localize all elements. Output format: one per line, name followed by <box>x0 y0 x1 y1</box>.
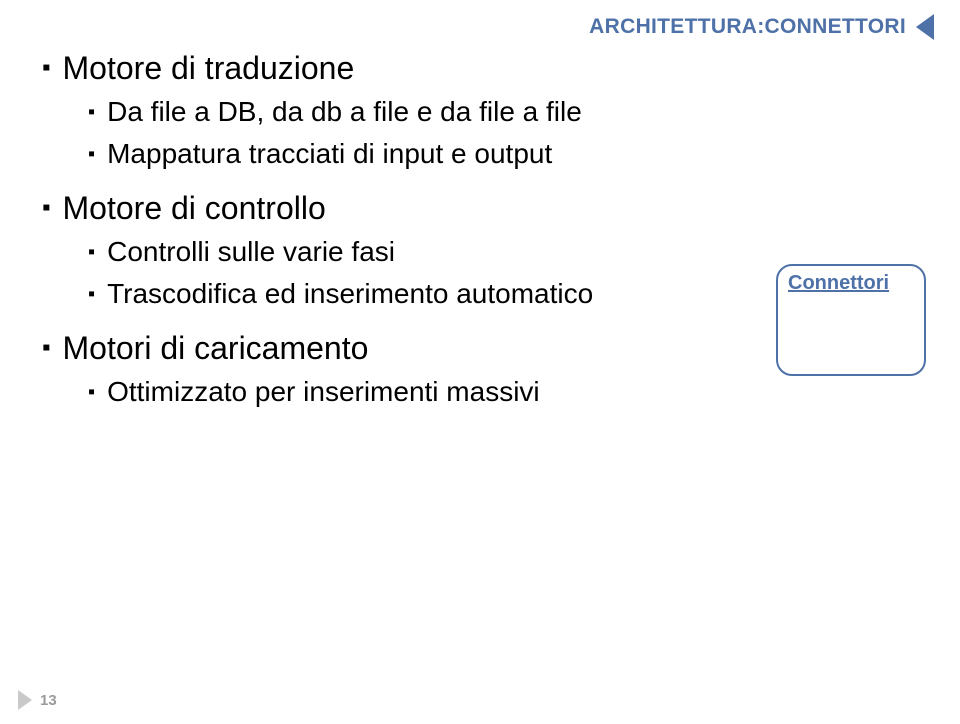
triangle-icon <box>18 690 32 710</box>
bullet-icon: ▪ <box>88 276 95 312</box>
tag-box: Connettori <box>776 264 926 376</box>
slide-header: ARCHITETTURA:CONNETTORI <box>589 14 934 40</box>
bullet-list: ▪ Motore di traduzione ▪ Da file a DB, d… <box>42 48 750 416</box>
bullet-icon: ▪ <box>88 234 95 270</box>
sub-list: ▪ Ottimizzato per inserimenti massivi <box>88 374 750 416</box>
header-title: ARCHITETTURA:CONNETTORI <box>589 15 906 39</box>
bullet-icon: ▪ <box>88 94 95 130</box>
list-item: ▪ Motore di controllo ▪ Controlli sulle … <box>42 188 750 318</box>
list-item-label: Motore di traduzione <box>63 48 750 88</box>
list-item: ▪ Trascodifica ed inserimento automatico <box>88 276 750 312</box>
list-item-label: Mappatura tracciati di input e output <box>107 136 750 172</box>
list-item-label: Trascodifica ed inserimento automatico <box>107 276 750 312</box>
pointer-icon <box>916 14 934 40</box>
bullet-icon: ▪ <box>88 136 95 172</box>
list-item: ▪ Ottimizzato per inserimenti massivi <box>88 374 750 410</box>
list-item: ▪ Mappatura tracciati di input e output <box>88 136 750 172</box>
content-area: ▪ Motore di traduzione ▪ Da file a DB, d… <box>42 48 750 426</box>
slide: ARCHITETTURA:CONNETTORI ▪ Motore di trad… <box>0 0 960 724</box>
bullet-icon: ▪ <box>42 188 51 228</box>
bullet-icon: ▪ <box>42 328 51 368</box>
list-item: ▪ Controlli sulle varie fasi <box>88 234 750 270</box>
page-indicator: 13 <box>18 690 57 710</box>
list-item-label: Controlli sulle varie fasi <box>107 234 750 270</box>
tag-label: Connettori <box>788 272 889 294</box>
list-item-label: Da file a DB, da db a file e da file a f… <box>107 94 750 130</box>
list-item: ▪ Motore di traduzione ▪ Da file a DB, d… <box>42 48 750 178</box>
list-item: ▪ Da file a DB, da db a file e da file a… <box>88 94 750 130</box>
list-item-label: Motori di caricamento <box>63 328 750 368</box>
list-item-label: Ottimizzato per inserimenti massivi <box>107 374 750 410</box>
page-number: 13 <box>40 692 57 709</box>
sub-list: ▪ Da file a DB, da db a file e da file a… <box>88 94 750 178</box>
list-item: ▪ Motori di caricamento ▪ Ottimizzato pe… <box>42 328 750 416</box>
bullet-icon: ▪ <box>42 48 51 88</box>
bullet-icon: ▪ <box>88 374 95 410</box>
list-item-label: Motore di controllo <box>63 188 750 228</box>
sub-list: ▪ Controlli sulle varie fasi ▪ Trascodif… <box>88 234 750 318</box>
